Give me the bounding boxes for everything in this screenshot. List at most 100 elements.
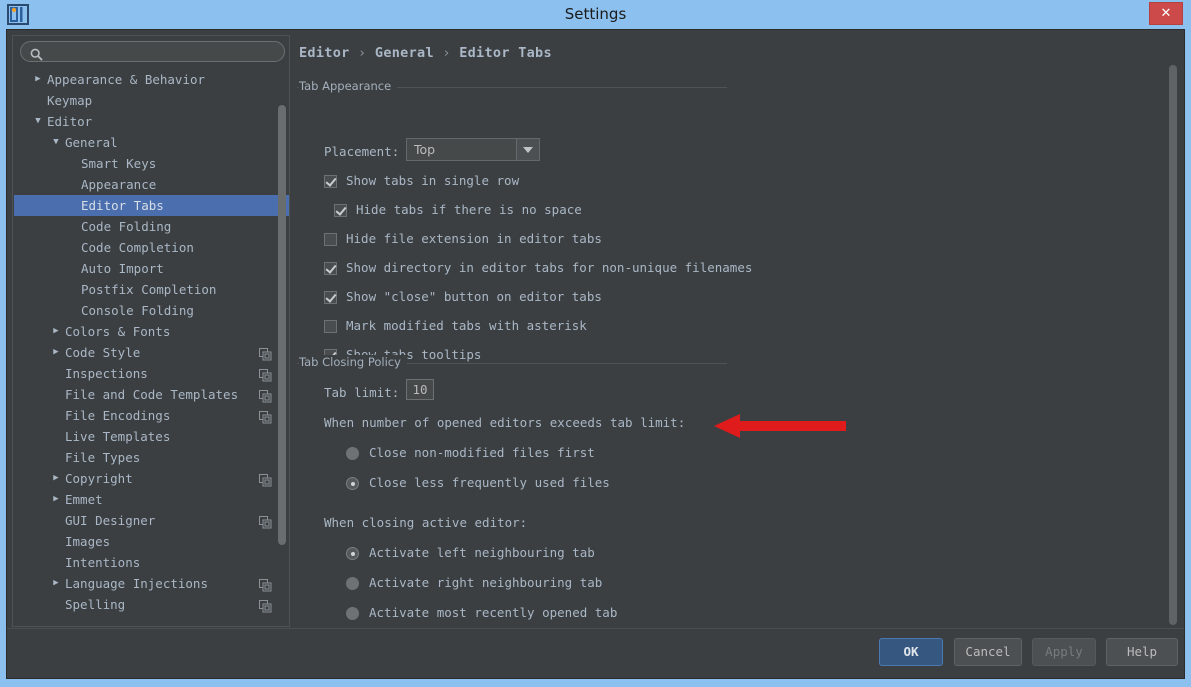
sidebar-item-appearance[interactable]: Appearance [14,174,289,195]
checkbox-icon[interactable] [324,291,337,304]
chevron-right-icon[interactable]: ▶ [50,468,62,489]
checkbox-icon[interactable] [324,233,337,246]
ok-button[interactable]: OK [879,638,943,666]
cancel-button[interactable]: Cancel [954,638,1022,666]
placement-selected-value: Top [414,142,436,157]
sidebar-item-smart-keys[interactable]: Smart Keys [14,153,289,174]
sidebar-item-label: General [65,135,118,150]
closing-active-editor-label: When closing active editor: [324,515,528,530]
chevron-down-icon[interactable]: ▼ [32,111,44,132]
sidebar-item-emmet[interactable]: ▶ Emmet [14,489,289,510]
radio-icon[interactable] [346,477,359,490]
copy-module-icon [259,577,272,592]
checkbox-row-show-close-button-on-editor-tabs[interactable]: Show "close" button on editor tabs [324,289,602,305]
search-input[interactable] [49,44,283,62]
chevron-right-icon[interactable]: ▶ [50,489,62,510]
sidebar-item-general[interactable]: ▼ General [14,132,289,153]
sidebar-scrollbar-thumb[interactable] [278,105,286,545]
checkbox-label: Show tabs in single row [346,173,520,188]
checkbox-icon[interactable] [324,262,337,275]
chevron-down-icon[interactable]: ▼ [50,132,62,153]
main-scrollbar-thumb[interactable] [1169,65,1177,625]
sidebar-item-editor-tabs[interactable]: Editor Tabs [14,195,289,216]
sidebar-item-language-injections[interactable]: ▶ Language Injections [14,573,289,594]
sidebar-item-label: Spelling [65,597,126,612]
sidebar-item-images[interactable]: Images [14,531,289,552]
sidebar-item-console-folding[interactable]: Console Folding [14,300,289,321]
chevron-right-icon[interactable]: ▶ [50,573,62,594]
radio-icon[interactable] [346,447,359,460]
sidebar-item-auto-import[interactable]: Auto Import [14,258,289,279]
search-box[interactable] [20,41,285,62]
sidebar-item-gui-designer[interactable]: GUI Designer [14,510,289,531]
apply-button[interactable]: Apply [1032,638,1096,666]
radio-icon[interactable] [346,547,359,560]
red-arrow-annotation [714,413,846,439]
copy-module-icon [259,409,272,424]
sidebar-item-spelling[interactable]: Spelling [14,594,289,615]
sidebar-item-keymap[interactable]: Keymap [14,90,289,111]
sidebar-item-label: Language Injections [65,576,208,591]
sidebar-item-file-and-code-templates[interactable]: File and Code Templates [14,384,289,405]
checkbox-icon[interactable] [324,320,337,333]
sidebar-item-file-types[interactable]: File Types [14,447,289,468]
placement-dropdown[interactable]: Top [406,138,540,161]
breadcrumb-part-general: General [374,45,434,61]
sidebar-item-postfix-completion[interactable]: Postfix Completion [14,279,289,300]
chevron-right-icon[interactable]: ▶ [32,69,44,90]
sidebar-item-label: Intentions [65,555,141,570]
copy-module-icon [259,346,272,361]
breadcrumb: Editor › General › Editor Tabs [299,45,552,61]
radio-icon[interactable] [346,577,359,590]
radio-row-activate-left-neighbouring-tab[interactable]: Activate left neighbouring tab [346,545,595,561]
sidebar-item-appearance-behavior[interactable]: ▶ Appearance & Behavior [14,69,289,90]
checkbox-row-show-tabs-in-single-row[interactable]: Show tabs in single row [324,173,519,189]
breadcrumb-separator-2: › [442,45,451,61]
radio-row-close-non-modified-files-first[interactable]: Close non-modified files first [346,445,595,461]
sidebar-item-label: File Types [65,450,141,465]
sidebar-item-code-style[interactable]: ▶ Code Style [14,342,289,363]
radio-label: Activate right neighbouring tab [369,575,603,590]
tab-limit-input[interactable]: 10 [406,379,434,400]
sidebar-item-intentions[interactable]: Intentions [14,552,289,573]
radio-row-activate-right-neighbouring-tab[interactable]: Activate right neighbouring tab [346,575,602,591]
checkbox-icon[interactable] [334,204,347,217]
radio-row-activate-most-recently-opened-tab[interactable]: Activate most recently opened tab [346,605,617,621]
radio-icon[interactable] [346,607,359,620]
chevron-right-icon[interactable]: ▶ [50,321,62,342]
radio-row-close-less-frequently-used-files[interactable]: Close less frequently used files [346,475,610,491]
sidebar-item-editor[interactable]: ▼ Editor [14,111,289,132]
checkbox-label: Hide tabs if there is no space [356,202,582,217]
placement-dropdown-button[interactable] [516,139,539,160]
sidebar-item-live-templates[interactable]: Live Templates [14,426,289,447]
checkbox-row-hide-tabs-if-there-is-no-space[interactable]: Hide tabs if there is no space [334,202,582,218]
sidebar-item-label: Code Folding [81,219,172,234]
chevron-right-icon[interactable]: ▶ [50,342,62,363]
sidebar-item-file-encodings[interactable]: File Encodings [14,405,289,426]
sidebar-item-code-folding[interactable]: Code Folding [14,216,289,237]
sidebar-item-code-completion[interactable]: Code Completion [14,237,289,258]
sidebar-item-label: Appearance [81,177,157,192]
sidebar-item-label: Console Folding [81,303,194,318]
close-window-button[interactable]: ✕ [1149,2,1183,25]
checkbox-row-hide-file-extension-in-editor-tabs[interactable]: Hide file extension in editor tabs [324,231,602,247]
checkbox-row-show-directory-in-editor-tabs-for-non-unique-filenames[interactable]: Show directory in editor tabs for non-un… [324,260,752,276]
settings-sidebar: ▶ Appearance & Behavior Keymap ▼ Editor ▼ Gene… [12,35,290,627]
help-button[interactable]: Help [1106,638,1178,666]
sidebar-item-colors-fonts[interactable]: ▶ Colors & Fonts [14,321,289,342]
sidebar-item-label: Emmet [65,492,103,507]
checkbox-row-mark-modified-tabs-with-asterisk[interactable]: Mark modified tabs with asterisk [324,318,587,334]
checkbox-label: Show directory in editor tabs for non-un… [346,260,753,275]
breadcrumb-part-editor-tabs: Editor Tabs [459,45,552,61]
sidebar-item-copyright[interactable]: ▶ Copyright [14,468,289,489]
settings-dialog-window: Settings ✕ ▶ Appearance & Behavior Keymap ▼… [0,0,1191,687]
sidebar-item-label: GUI Designer [65,513,156,528]
sidebar-scrollbar-track[interactable] [277,69,288,626]
sidebar-item-label: Code Style [65,345,141,360]
checkbox-icon[interactable] [324,175,337,188]
sidebar-item-inspections[interactable]: Inspections [14,363,289,384]
